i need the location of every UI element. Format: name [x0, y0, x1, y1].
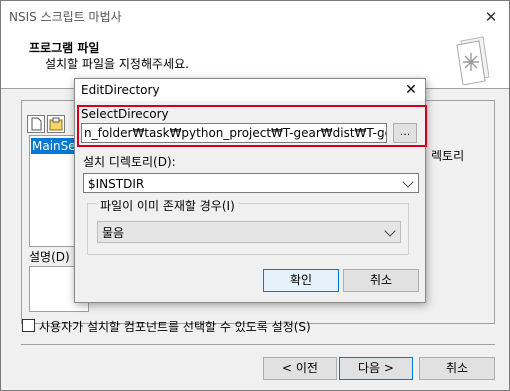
- chevron-down-icon[interactable]: [402, 176, 414, 188]
- select-directory-label: SelectDirecory: [81, 107, 169, 121]
- edit-directory-dialog: EditDirectory ✕ SelectDirecory n_folder₩…: [74, 78, 427, 303]
- dialog-title: EditDirectory: [81, 83, 160, 97]
- file-exists-value: 물음: [102, 226, 125, 240]
- install-directory-combo[interactable]: $INSTDIR: [83, 173, 419, 193]
- dialog-cancel-button[interactable]: 취소: [343, 269, 419, 292]
- close-icon[interactable]: ✕: [477, 5, 505, 29]
- file-exists-combo[interactable]: 물음: [97, 221, 401, 243]
- description-label: 설명(D): [29, 250, 70, 264]
- dialog-titlebar: EditDirectory ✕: [75, 79, 425, 101]
- chevron-down-icon[interactable]: [384, 225, 396, 237]
- tree-item-mainsection[interactable]: MainSection: [31, 138, 77, 154]
- document-icon: [456, 36, 490, 85]
- install-directory-value: $INSTDIR: [88, 177, 145, 191]
- close-icon[interactable]: ✕: [401, 81, 421, 99]
- select-directory-input[interactable]: n_folder₩task₩python_project₩T-gear₩dist…: [81, 123, 387, 143]
- directory-label: 렉토리: [431, 149, 465, 163]
- section-tree[interactable]: MainSection: [29, 135, 79, 247]
- wizard-title: NSIS 스크립트 마법사: [9, 10, 122, 24]
- divider: [21, 344, 495, 345]
- page-subtitle: 설치할 파일을 지정해주세요.: [45, 57, 189, 71]
- browse-button[interactable]: ...: [393, 123, 417, 143]
- back-button[interactable]: < 이전: [263, 357, 337, 380]
- cancel-button[interactable]: 취소: [419, 357, 495, 380]
- ok-button[interactable]: 확인: [263, 269, 339, 292]
- select-components-checkbox[interactable]: [22, 319, 35, 332]
- next-button[interactable]: 다음 >: [339, 357, 413, 380]
- add-files-icon[interactable]: [47, 115, 65, 133]
- page-title: 프로그램 파일: [29, 41, 100, 55]
- select-components-label[interactable]: 사용자가 설치할 컴포넌트를 선택할 수 있도록 설정(S): [39, 318, 311, 335]
- new-file-icon[interactable]: [27, 115, 45, 133]
- install-directory-label: 설치 디렉토리(D):: [83, 155, 176, 169]
- wizard-titlebar: NSIS 스크립트 마법사 ✕: [1, 1, 509, 33]
- file-exists-label: 파일이 이미 존재할 경우(I): [97, 197, 238, 214]
